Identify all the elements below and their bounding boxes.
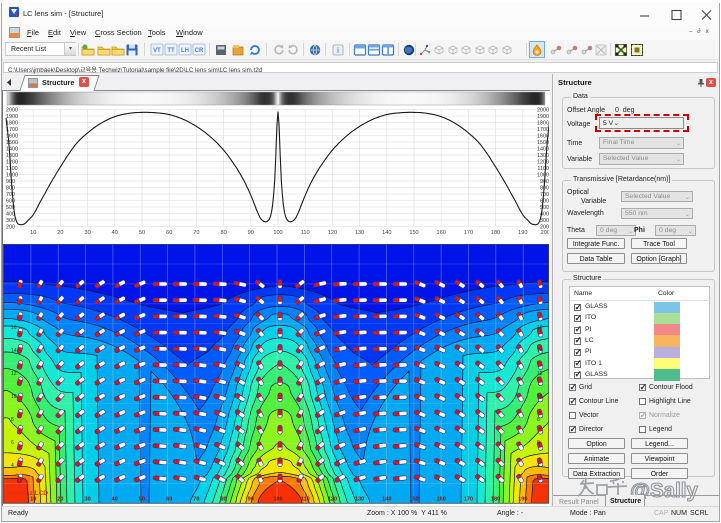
svg-text:1400: 1400 <box>6 147 18 153</box>
svg-text:1000: 1000 <box>537 173 549 179</box>
svg-text:TT: TT <box>167 48 175 54</box>
svg-text:1000: 1000 <box>6 173 18 179</box>
svg-text:110: 110 <box>301 230 310 236</box>
svg-text:700: 700 <box>6 192 15 198</box>
svg-text:6: 6 <box>537 440 540 446</box>
svg-text:12: 12 <box>11 371 17 377</box>
svg-text:800: 800 <box>6 186 15 192</box>
svg-text:180: 180 <box>491 496 500 502</box>
svg-text:110: 110 <box>301 496 310 502</box>
svg-text:30: 30 <box>84 230 90 236</box>
svg-text:4: 4 <box>11 463 14 469</box>
svg-text:600: 600 <box>540 199 549 205</box>
svg-text:190: 190 <box>518 496 527 502</box>
svg-text:50: 50 <box>139 496 145 502</box>
svg-text:1700: 1700 <box>537 127 549 133</box>
svg-text:70: 70 <box>193 230 199 236</box>
svg-text:120: 120 <box>328 496 337 502</box>
svg-text:30: 30 <box>84 496 90 502</box>
svg-text:16: 16 <box>537 325 543 331</box>
svg-text:20: 20 <box>57 496 63 502</box>
svg-text:CR: CR <box>195 48 204 54</box>
svg-text:100: 100 <box>273 230 282 236</box>
svg-text:1500: 1500 <box>6 140 18 146</box>
svg-text:160: 160 <box>437 496 446 502</box>
svg-text:130: 130 <box>355 230 364 236</box>
svg-text:60: 60 <box>166 496 172 502</box>
svg-text:2000: 2000 <box>537 108 549 114</box>
svg-text:100: 100 <box>273 496 282 502</box>
svg-text:10: 10 <box>30 496 36 502</box>
svg-text:80: 80 <box>220 496 226 502</box>
svg-text:14: 14 <box>537 348 543 354</box>
svg-text:400: 400 <box>6 212 15 218</box>
svg-text:150: 150 <box>409 230 418 236</box>
svg-text:20: 20 <box>57 230 63 236</box>
svg-text:1300: 1300 <box>537 153 549 159</box>
svg-text:80: 80 <box>220 230 226 236</box>
svg-text:1200: 1200 <box>537 160 549 166</box>
svg-text:500: 500 <box>540 205 549 211</box>
svg-text:1200: 1200 <box>6 160 18 166</box>
svg-text:1100: 1100 <box>537 166 549 172</box>
svg-text:90: 90 <box>248 230 254 236</box>
svg-text:2000: 2000 <box>6 108 18 114</box>
svg-text:160: 160 <box>437 230 446 236</box>
svg-text:14: 14 <box>11 348 17 354</box>
svg-text:180: 180 <box>491 230 500 236</box>
svg-text:1900: 1900 <box>537 114 549 120</box>
svg-text:1100: 1100 <box>6 166 18 172</box>
svg-text:VT: VT <box>153 48 161 54</box>
svg-text:10: 10 <box>30 230 36 236</box>
svg-text:6: 6 <box>11 440 14 446</box>
svg-text:700: 700 <box>540 192 549 198</box>
svg-text:120: 120 <box>328 230 337 236</box>
svg-text:200: 200 <box>6 225 15 231</box>
svg-text:170: 170 <box>464 230 473 236</box>
svg-text:8: 8 <box>537 417 540 423</box>
svg-text:1800: 1800 <box>6 121 18 127</box>
svg-text:50: 50 <box>139 230 145 236</box>
svg-text:8: 8 <box>11 417 14 423</box>
svg-text:300: 300 <box>540 218 549 224</box>
svg-text:60: 60 <box>166 230 172 236</box>
svg-text:40: 40 <box>112 230 118 236</box>
svg-text:12: 12 <box>537 371 543 377</box>
svg-text:190: 190 <box>518 230 527 236</box>
svg-text:900: 900 <box>6 179 15 185</box>
svg-text:300: 300 <box>6 218 15 224</box>
svg-text:10: 10 <box>537 394 543 400</box>
svg-text:170: 170 <box>464 496 473 502</box>
svg-text:70: 70 <box>193 496 199 502</box>
svg-text:10: 10 <box>11 394 17 400</box>
svg-text:LH: LH <box>181 48 189 54</box>
svg-text:i: i <box>337 46 339 55</box>
svg-text:140: 140 <box>382 496 391 502</box>
svg-text:200: 200 <box>541 230 549 236</box>
svg-text:150: 150 <box>409 496 418 502</box>
svg-text:140: 140 <box>382 230 391 236</box>
svg-text:90: 90 <box>248 496 254 502</box>
svg-text:16: 16 <box>11 325 17 331</box>
svg-text:40: 40 <box>112 496 118 502</box>
svg-text:1300: 1300 <box>6 153 18 159</box>
svg-text:4: 4 <box>537 463 540 469</box>
svg-text:1900: 1900 <box>6 114 18 120</box>
svg-text:TechWiz LCD: TechWiz LCD <box>7 490 48 497</box>
svg-text:130: 130 <box>355 496 364 502</box>
svg-text:1800: 1800 <box>537 121 549 127</box>
